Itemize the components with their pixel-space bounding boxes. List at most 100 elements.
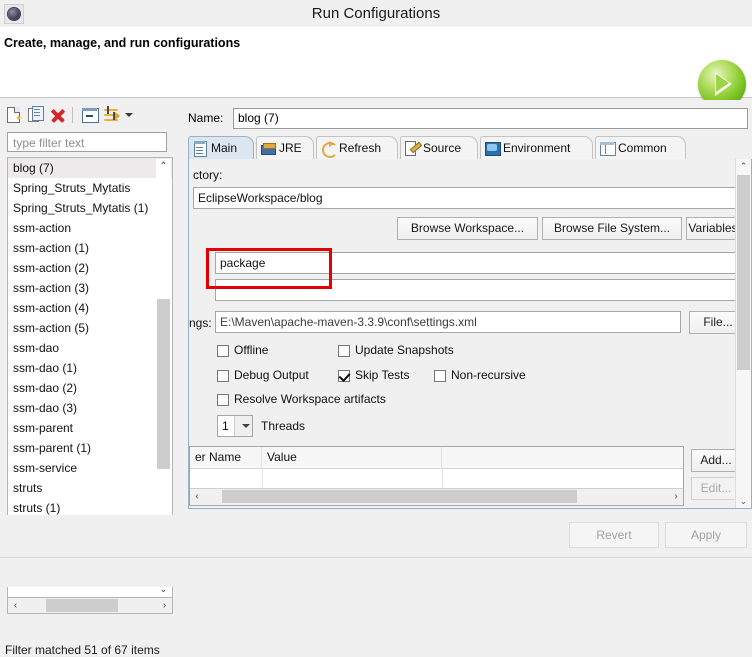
vertical-scroll-thumb[interactable] xyxy=(737,175,750,370)
settings-label: ngs: xyxy=(189,316,212,330)
name-input[interactable]: blog (7) xyxy=(233,108,748,129)
list-item[interactable]: Spring_Struts_Mytatis xyxy=(8,178,172,198)
list-item[interactable]: ssm-dao (2) xyxy=(8,378,172,398)
parameters-table[interactable]: er Name Value ‹ › xyxy=(189,446,684,506)
tab-jre[interactable]: JRE xyxy=(256,136,314,159)
tab-label: Main xyxy=(211,141,238,155)
list-item[interactable]: ssm-action (5) xyxy=(8,318,172,338)
delete-launch-configuration-icon[interactable] xyxy=(48,105,68,125)
horizontal-scroll-thumb[interactable] xyxy=(46,599,118,612)
window-title: Run Configurations xyxy=(311,5,441,22)
toolbar-separator xyxy=(72,107,73,123)
scroll-left-icon[interactable]: ‹ xyxy=(8,598,23,613)
goals-input[interactable]: package xyxy=(215,252,737,274)
table-header-row: er Name Value xyxy=(190,447,683,469)
list-item[interactable]: Spring_Struts_Mytatis (1) xyxy=(8,198,172,218)
threads-stepper[interactable]: 1 xyxy=(217,415,253,437)
duplicate-launch-configuration-icon[interactable] xyxy=(26,105,46,125)
tab-environment[interactable]: Environment xyxy=(480,136,593,159)
launch-configuration-tree-panel: ✦ type filter text blog (7) Spring_Strut… xyxy=(0,100,182,657)
list-item[interactable]: ssm-action xyxy=(8,218,172,238)
list-item[interactable]: ssm-dao (3) xyxy=(8,398,172,418)
configuration-editor-panel: Name: blog (7) Main JRE Refresh Source E… xyxy=(182,100,752,515)
column-header-filler xyxy=(442,447,683,468)
new-launch-configuration-icon[interactable]: ✦ xyxy=(4,105,24,125)
main-document-icon xyxy=(193,141,207,157)
list-item[interactable]: ssm-dao xyxy=(8,338,172,358)
left-toolbar: ✦ xyxy=(0,102,182,128)
tab-main[interactable]: Main xyxy=(188,136,254,159)
tab-label: Source xyxy=(423,141,462,155)
tab-strip: Main JRE Refresh Source Environment Comm… xyxy=(188,136,752,161)
filter-launch-configurations-icon[interactable] xyxy=(102,105,122,125)
list-item[interactable]: ssm-action (4) xyxy=(8,298,172,318)
list-horizontal-scrollbar[interactable]: ‹ › xyxy=(7,597,173,614)
tab-common[interactable]: Common xyxy=(595,136,686,159)
list-item[interactable]: struts xyxy=(8,478,172,498)
list-item[interactable]: ssm-action (1) xyxy=(8,238,172,258)
checkbox-label: Debug Output xyxy=(234,368,309,382)
filter-status-text: Filter matched 51 of 67 items xyxy=(5,643,160,657)
checkbox-label: Offline xyxy=(234,343,269,357)
list-item[interactable]: ssm-action (2) xyxy=(8,258,172,278)
name-row: Name: blog (7) xyxy=(188,108,748,130)
settings-input[interactable]: E:\Maven\apache-maven-3.3.9\conf\setting… xyxy=(215,311,681,333)
scroll-up-icon[interactable]: ⌃ xyxy=(156,159,171,174)
scroll-right-icon[interactable]: › xyxy=(157,598,172,613)
dialog-footer: Revert Apply xyxy=(0,515,752,587)
base-directory-input[interactable]: EclipseWorkspace/blog xyxy=(193,187,737,209)
vertical-scroll-thumb[interactable] xyxy=(157,299,170,469)
list-item[interactable]: ssm-parent xyxy=(8,418,172,438)
checkbox-label: Resolve Workspace artifacts xyxy=(234,392,386,406)
column-header-value[interactable]: Value xyxy=(262,447,442,468)
list-item[interactable]: blog (7) xyxy=(8,158,172,178)
view-menu-chevron-down-icon[interactable] xyxy=(125,113,133,117)
tab-label: Refresh xyxy=(339,141,382,155)
column-divider xyxy=(442,468,443,487)
horizontal-scroll-thumb[interactable] xyxy=(222,490,577,503)
browse-workspace-button[interactable]: Browse Workspace... xyxy=(397,217,538,240)
column-header-parameter-name[interactable]: er Name xyxy=(190,447,262,468)
name-label: Name: xyxy=(188,111,224,125)
header-title: Create, manage, and run configurations xyxy=(4,36,241,50)
profiles-input[interactable] xyxy=(215,279,737,301)
apply-button[interactable]: Apply xyxy=(665,522,747,548)
scroll-left-icon[interactable]: ‹ xyxy=(190,489,204,504)
collapse-all-icon[interactable] xyxy=(80,105,100,125)
table-horizontal-scrollbar[interactable]: ‹ › xyxy=(190,488,683,505)
tab-label: Common xyxy=(618,141,667,155)
environment-monitor-icon xyxy=(485,141,501,156)
list-item[interactable]: ssm-parent (1) xyxy=(8,438,172,458)
threads-label: Threads xyxy=(261,419,306,433)
scroll-down-icon[interactable]: ⌄ xyxy=(736,494,751,508)
base-directory-label: ctory: xyxy=(193,168,223,182)
jre-library-icon xyxy=(261,141,276,155)
tab-refresh[interactable]: Refresh xyxy=(316,136,398,159)
browse-file-system-button[interactable]: Browse File System... xyxy=(542,217,682,240)
scroll-right-icon[interactable]: › xyxy=(669,489,683,504)
title-bar: Run Configurations xyxy=(0,0,752,28)
scroll-up-icon[interactable]: ⌃ xyxy=(736,159,751,173)
run-configurations-dialog: Run Configurations Create, manage, and r… xyxy=(0,0,752,657)
checkbox-label: Non-recursive xyxy=(451,368,526,382)
revert-button[interactable]: Revert xyxy=(569,522,659,548)
list-item[interactable]: ssm-action (3) xyxy=(8,278,172,298)
tab-label: Environment xyxy=(503,141,571,155)
refresh-arrows-icon xyxy=(321,141,338,158)
checkbox-label: Update Snapshots xyxy=(355,343,454,357)
content-vertical-scrollbar[interactable]: ⌃ ⌄ xyxy=(735,159,751,508)
source-pencil-icon xyxy=(405,141,423,156)
common-panel-icon xyxy=(600,141,616,156)
list-item[interactable]: ssm-service xyxy=(8,458,172,478)
tab-label: JRE xyxy=(279,141,302,155)
footer-divider xyxy=(0,557,752,558)
column-divider xyxy=(262,468,263,487)
threads-value: 1 xyxy=(222,419,229,433)
list-item[interactable]: ssm-dao (1) xyxy=(8,358,172,378)
filter-input[interactable]: type filter text xyxy=(7,132,167,152)
dialog-header: Create, manage, and run configurations xyxy=(0,27,752,108)
checkbox-label: Skip Tests xyxy=(355,368,410,382)
add-parameter-button[interactable]: Add... xyxy=(691,449,741,472)
edit-parameter-button: Edit... xyxy=(691,477,741,500)
tab-source[interactable]: Source xyxy=(400,136,478,159)
